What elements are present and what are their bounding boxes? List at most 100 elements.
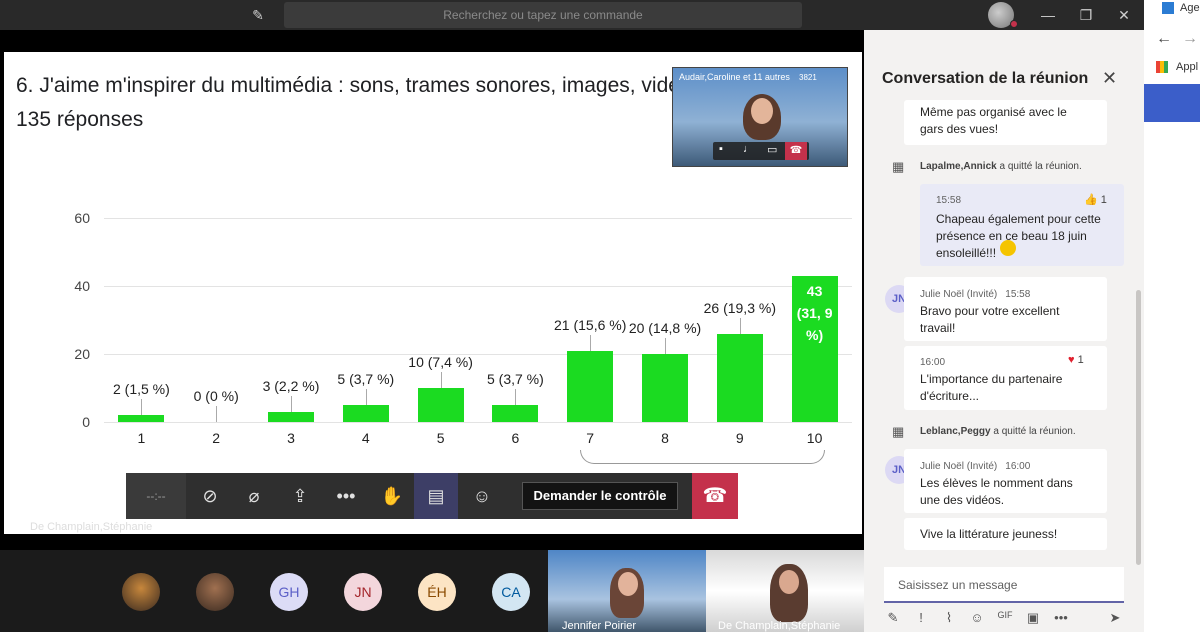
message-text: Les élèves le nomment dans une des vidéo…	[920, 476, 1073, 507]
chat-message[interactable]: Même pas organisé avec le gars des vues!	[904, 100, 1107, 145]
chart-bar	[567, 350, 614, 422]
call-timer: --:--	[126, 473, 186, 519]
message-input[interactable]: Saisissez un message	[884, 567, 1124, 603]
video-tile[interactable]: De Champlain,Stéphanie	[706, 550, 864, 632]
bookmark-apps[interactable]: Appl	[1176, 61, 1198, 73]
format-icon[interactable]: ✎	[884, 610, 902, 626]
camera-off-icon[interactable]: ⊘	[188, 473, 232, 519]
chat-message[interactable]: Julie Noël (Invité) 16:00 Les élèves le n…	[904, 449, 1107, 513]
data-label: 20 (14,8 %)	[628, 320, 702, 336]
chart-bar	[268, 411, 314, 422]
participant-avatar[interactable]: ÉH	[418, 573, 456, 611]
close-window-icon[interactable]: ✕	[1114, 5, 1134, 25]
y-tick-label: 20	[74, 346, 90, 362]
participant-avatar[interactable]	[196, 573, 234, 611]
request-control-button[interactable]: Demander le contrôle	[522, 482, 678, 510]
chat-message[interactable]: Vive la littérature jeuness!	[904, 518, 1107, 550]
minimize-icon[interactable]: —	[1038, 5, 1058, 25]
y-tick-label: 40	[74, 278, 90, 294]
self-view-controls: ▪ ♩ ▭ ☎	[713, 142, 809, 160]
chat-scrollbar[interactable]	[1136, 290, 1141, 565]
x-tick-label: 7	[586, 430, 595, 446]
share-screen-icon[interactable]: ⇪	[278, 473, 322, 519]
label-leader-line	[440, 372, 442, 388]
reaction[interactable]: ♥ 1	[1068, 352, 1084, 369]
participant-avatar[interactable]: CA	[492, 573, 530, 611]
message-text: Bravo pour votre excellent travail!	[920, 304, 1060, 335]
presenter-name: De Champlain,Stéphanie	[30, 521, 153, 533]
camera-icon[interactable]: ▪	[719, 143, 723, 155]
message-author: Julie Noël (Invité)	[920, 289, 998, 300]
system-user: Lapalme,Annick	[920, 161, 997, 172]
more-options-icon[interactable]: •••	[324, 473, 368, 519]
chat-message[interactable]: Julie Noël (Invité) 15:58 Bravo pour votr…	[904, 277, 1107, 341]
gridline	[104, 218, 852, 219]
x-tick-label: 3	[287, 430, 295, 446]
reaction-count: 1	[1100, 194, 1107, 206]
label-leader-line	[590, 334, 592, 351]
compose-icon[interactable]: ✎	[248, 5, 268, 25]
browser-banner	[1144, 84, 1200, 122]
emoji-icon[interactable]: ☺	[968, 610, 986, 625]
x-tick-label: 6	[511, 430, 520, 446]
hangup-icon[interactable]: ☎	[785, 142, 807, 160]
system-message: Leblanc,Peggy a quitté la réunion.	[920, 426, 1076, 437]
sticker-icon[interactable]: ▣	[1024, 610, 1042, 626]
send-icon[interactable]: ➤	[1106, 610, 1124, 626]
close-icon[interactable]: ✕	[1102, 68, 1117, 89]
reaction[interactable]: 👍 1	[1084, 192, 1107, 209]
chart-bar	[642, 354, 688, 422]
label-leader-line	[515, 389, 517, 405]
participant-avatar[interactable]: GH	[270, 573, 308, 611]
response-count: 135 réponses	[16, 108, 144, 131]
label-leader-line	[665, 338, 666, 354]
raise-hand-icon[interactable]: ✋	[370, 473, 414, 519]
message-time: 15:58	[936, 195, 962, 206]
chat-message[interactable]: 16:00 ♥ 1 L'importance du partenaire d'é…	[904, 346, 1107, 410]
chat-icon[interactable]: ▤	[414, 473, 458, 519]
mic-icon[interactable]: ♩	[743, 143, 754, 155]
mic-off-icon[interactable]: ⌀	[232, 473, 276, 519]
self-view-tile[interactable]: Audair,Caroline et 11 autres 3821 ▪ ♩ ▭ …	[672, 67, 848, 167]
message-author: Julie Noël (Invité)	[920, 461, 998, 472]
browser-tab[interactable]: Age	[1180, 2, 1200, 14]
participants-icon[interactable]: ☺	[460, 473, 504, 519]
chat-title: Conversation de la réunion	[882, 70, 1089, 87]
apps-icon[interactable]	[1156, 61, 1168, 73]
label-leader-line	[739, 317, 741, 334]
forward-icon[interactable]: →	[1182, 30, 1198, 48]
participant-count: 3821	[799, 73, 817, 82]
chart-bar	[492, 405, 539, 422]
back-icon[interactable]: ←	[1156, 30, 1172, 48]
slide-title: 6. J'aime m'inspirer du multimédia : son…	[16, 74, 680, 97]
participant-avatar[interactable]: JN	[344, 573, 382, 611]
message-text: Chapeau également pour cette présence en…	[936, 212, 1101, 260]
presence-busy-icon	[1010, 20, 1018, 28]
gridline	[104, 286, 852, 287]
video-tile-name: De Champlain,Stéphanie	[718, 620, 841, 632]
x-tick-label: 10	[806, 430, 823, 446]
message-time: 16:00	[920, 357, 946, 368]
system-user: Leblanc,Peggy	[920, 426, 991, 437]
x-tick-label: 2	[212, 430, 221, 446]
message-time: 15:58	[1005, 289, 1031, 300]
heart-icon: ♥	[1068, 354, 1075, 366]
message-time: 16:00	[1005, 461, 1031, 472]
attach-icon[interactable]: ⌇	[940, 610, 958, 626]
gif-icon[interactable]: GIF	[996, 610, 1014, 620]
system-text: a quitté la réunion.	[990, 426, 1076, 437]
hangup-button[interactable]: ☎	[692, 473, 738, 519]
more-icon[interactable]: •••	[1052, 610, 1070, 625]
video-tile[interactable]: Jennifer Poirier	[548, 550, 706, 632]
label-leader-line	[291, 395, 292, 412]
share-icon[interactable]: ▭	[767, 143, 777, 156]
chat-message-own[interactable]: 15:58 👍 1 Chapeau également pour cette p…	[920, 184, 1124, 266]
command-search-box[interactable]: Recherchez ou tapez une commande	[284, 2, 802, 28]
maximize-icon[interactable]: ❐	[1076, 5, 1096, 25]
participant-avatar[interactable]	[122, 573, 160, 611]
data-label: 10 (7,4 %)	[408, 354, 473, 370]
thumbs-up-icon: 👍	[1084, 194, 1098, 206]
chart-bar	[118, 415, 165, 422]
important-icon[interactable]: !	[912, 610, 930, 625]
label-leader-line	[365, 389, 367, 405]
